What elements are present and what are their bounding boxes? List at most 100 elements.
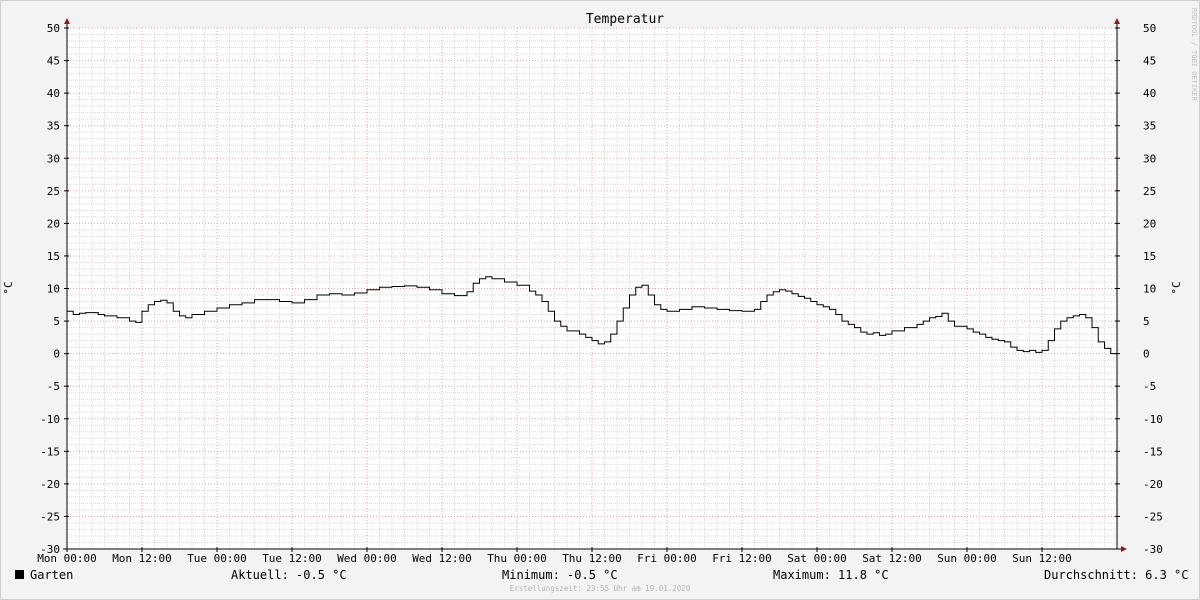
data-point: [542, 301, 543, 302]
data-point: [479, 278, 480, 279]
data-point: [429, 289, 430, 290]
y-tick-label-left: -10: [40, 413, 60, 426]
chart-title: Temperatur: [586, 12, 664, 27]
y-tick-label-right: 0: [1143, 348, 1150, 361]
footer-timestamp: Erstellungszeit: 23:55 Uhr am 19.01.2020: [509, 584, 691, 593]
data-point: [785, 291, 786, 292]
data-point: [1023, 351, 1024, 352]
data-point: [167, 302, 168, 303]
data-point: [548, 311, 549, 312]
data-point: [473, 283, 474, 284]
data-point: [567, 330, 568, 331]
data-point: [604, 342, 605, 343]
y-tick-label-right: 35: [1143, 120, 1156, 133]
data-point: [948, 321, 949, 322]
data-point: [654, 304, 655, 305]
data-point: [392, 286, 393, 287]
y-tick-label-right: 40: [1143, 87, 1156, 100]
data-point: [992, 339, 993, 340]
data-point: [692, 306, 693, 307]
legend-average: Durchschnitt: 6.3 °C: [1044, 568, 1189, 582]
data-point: [517, 285, 518, 286]
data-point: [892, 330, 893, 331]
y-tick-label-right: -25: [1143, 510, 1163, 523]
data-point: [1079, 314, 1080, 315]
y-tick-label-right: 20: [1143, 217, 1156, 230]
legend-swatch: [15, 570, 24, 579]
data-point: [404, 285, 405, 286]
watermark: RRDTOOL / TOBI OETIKER: [1190, 8, 1198, 102]
data-point: [823, 306, 824, 307]
data-point: [1035, 352, 1036, 353]
data-point: [742, 311, 743, 312]
data-point: [79, 313, 80, 314]
data-point: [792, 293, 793, 294]
x-tick-label: Thu 00:00: [487, 552, 547, 565]
x-tick-label: Fri 12:00: [712, 552, 772, 565]
x-tick-label: Thu 12:00: [562, 552, 622, 565]
data-point: [779, 289, 780, 290]
y-tick-label-left: 5: [53, 315, 60, 328]
data-point: [598, 343, 599, 344]
data-point: [304, 299, 305, 300]
data-point: [848, 324, 849, 325]
data-point: [817, 304, 818, 305]
y-tick-label-left: 45: [47, 55, 60, 68]
data-point: [1010, 347, 1011, 348]
data-point: [623, 308, 624, 309]
data-point: [529, 291, 530, 292]
x-tick-label: Sun 12:00: [1012, 552, 1072, 565]
data-point: [642, 285, 643, 286]
data-point: [967, 328, 968, 329]
data-point: [660, 309, 661, 310]
data-point: [935, 316, 936, 317]
y-tick-label-right: 30: [1143, 152, 1156, 165]
data-point: [242, 302, 243, 303]
data-point: [279, 301, 280, 302]
data-point: [217, 308, 218, 309]
y-tick-label-right: -15: [1143, 445, 1163, 458]
y-tick-label-left: 15: [47, 250, 60, 263]
y-tick-label-left: -5: [47, 380, 60, 393]
data-point: [148, 304, 149, 305]
data-point: [760, 301, 761, 302]
y-tick-label-right: -30: [1143, 543, 1163, 556]
data-point: [873, 332, 874, 333]
data-point: [998, 340, 999, 341]
data-point: [329, 293, 330, 294]
data-point: [467, 291, 468, 292]
y-tick-label-left: -25: [40, 510, 60, 523]
data-point: [1042, 350, 1043, 351]
data-point: [904, 327, 905, 328]
data-point: [854, 327, 855, 328]
x-axis-arrow: [1121, 546, 1127, 552]
data-point: [954, 326, 955, 327]
data-point: [173, 311, 174, 312]
data-point: [1073, 315, 1074, 316]
x-tick-label: Mon 12:00: [112, 552, 172, 565]
x-tick-label: Wed 12:00: [412, 552, 472, 565]
data-point: [135, 322, 136, 323]
data-point: [129, 321, 130, 322]
data-point: [142, 311, 143, 312]
x-tick-label: Tue 12:00: [262, 552, 322, 565]
x-tick-label: Tue 00:00: [187, 552, 247, 565]
data-point: [454, 295, 455, 296]
data-point: [492, 278, 493, 279]
data-point: [1029, 350, 1030, 351]
data-point: [1085, 317, 1086, 318]
data-point: [417, 287, 418, 288]
y-tick-label-right: 5: [1143, 315, 1150, 328]
data-point: [160, 300, 161, 301]
x-tick-label: Sat 12:00: [862, 552, 922, 565]
data-point: [535, 295, 536, 296]
y-tick-label-left: -20: [40, 478, 60, 491]
y-tick-label-left: 40: [47, 87, 60, 100]
data-point: [679, 309, 680, 310]
data-point: [667, 311, 668, 312]
y-tick-label-left: 50: [47, 22, 60, 35]
y-tick-label-left: 30: [47, 152, 60, 165]
y-tick-label-left: 0: [53, 348, 60, 361]
data-point: [317, 295, 318, 296]
y-tick-label-right: -20: [1143, 478, 1163, 491]
